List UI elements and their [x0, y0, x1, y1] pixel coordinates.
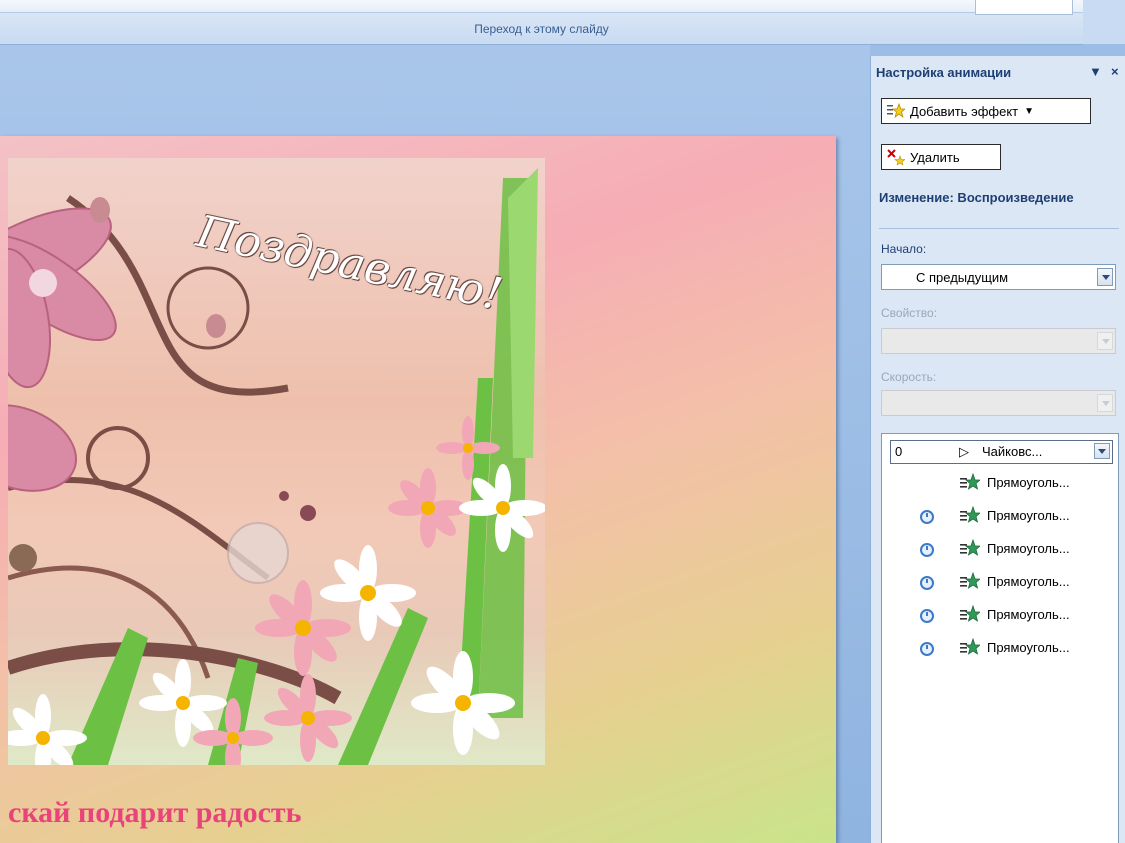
ribbon-controls-strip: [0, 0, 1083, 13]
list-item[interactable]: Прямоуголь...: [882, 471, 1118, 497]
start-value: С предыдущим: [916, 270, 1009, 285]
ribbon-group-label: Переход к этому слайду: [474, 22, 609, 36]
remove-label: Удалить: [910, 149, 960, 165]
start-label: Начало:: [881, 242, 927, 256]
ribbon: Переход к этому слайду: [0, 0, 1083, 45]
clock-icon: [920, 576, 934, 590]
ribbon-edge: [1083, 0, 1125, 44]
chevron-down-icon: [1097, 394, 1113, 412]
effect-star-icon: [960, 571, 982, 592]
effect-star-icon: [960, 538, 982, 559]
change-effect-label: Изменение: Воспроизведение: [879, 190, 1074, 205]
list-item[interactable]: Прямоуголь...: [882, 537, 1118, 563]
effect-star-icon: [960, 637, 982, 658]
chevron-down-icon[interactable]: [1094, 443, 1110, 459]
slide-picture[interactable]: Поздравляю!: [8, 158, 545, 765]
pane-divider: [879, 228, 1119, 229]
pane-title: Настройка анимации: [876, 65, 1012, 80]
start-select[interactable]: С предыдущим: [881, 264, 1116, 290]
chevron-down-icon: [1097, 332, 1113, 350]
effect-name: Чайковс...: [982, 444, 1043, 459]
list-item[interactable]: Прямоуголь...: [882, 504, 1118, 530]
speed-select: [881, 390, 1116, 416]
animation-list: 0 ▷ Чайковс... Прямоуголь... Прямоуголь.…: [881, 433, 1119, 843]
effect-name: Прямоуголь...: [987, 607, 1070, 622]
property-label: Свойство:: [881, 306, 938, 320]
list-item[interactable]: Прямоуголь...: [882, 570, 1118, 596]
chevron-down-icon[interactable]: [1097, 268, 1113, 286]
play-icon: ▷: [959, 444, 969, 459]
clock-icon: [920, 543, 934, 557]
slide-caption[interactable]: скай подарит радость: [8, 796, 302, 830]
remove-button[interactable]: Удалить: [881, 144, 1001, 170]
clock-icon: [920, 510, 934, 524]
clock-icon: [920, 642, 934, 656]
effect-name: Прямоуголь...: [987, 640, 1070, 655]
list-item-sound[interactable]: 0 ▷ Чайковс...: [890, 440, 1113, 464]
add-effect-icon: [887, 102, 907, 119]
pane-menu-icon[interactable]: ▼: [1089, 64, 1102, 79]
property-select: [881, 328, 1116, 354]
list-item[interactable]: Прямоуголь...: [882, 636, 1118, 662]
pane-close-icon[interactable]: ×: [1111, 64, 1119, 79]
remove-icon: [887, 149, 906, 166]
trigger-number: 0: [895, 444, 903, 459]
effect-name: Прямоуголь...: [987, 508, 1070, 523]
ribbon-field[interactable]: [975, 0, 1073, 15]
effect-name: Прямоуголь...: [987, 541, 1070, 556]
effect-star-icon: [960, 604, 982, 625]
effect-star-icon: [960, 472, 982, 493]
effect-star-icon: [960, 505, 982, 526]
list-item[interactable]: Прямоуголь...: [882, 603, 1118, 629]
speed-label: Скорость:: [881, 370, 937, 384]
chevron-down-icon: ▼: [1024, 105, 1035, 117]
add-effect-label: Добавить эффект: [910, 103, 1019, 119]
effect-name: Прямоуголь...: [987, 574, 1070, 589]
effect-name: Прямоуголь...: [987, 475, 1070, 490]
custom-animation-pane: Настройка анимации ▼ × Добавить эффект ▼…: [870, 56, 1125, 843]
clock-icon: [920, 609, 934, 623]
add-effect-button[interactable]: Добавить эффект ▼: [881, 98, 1091, 124]
